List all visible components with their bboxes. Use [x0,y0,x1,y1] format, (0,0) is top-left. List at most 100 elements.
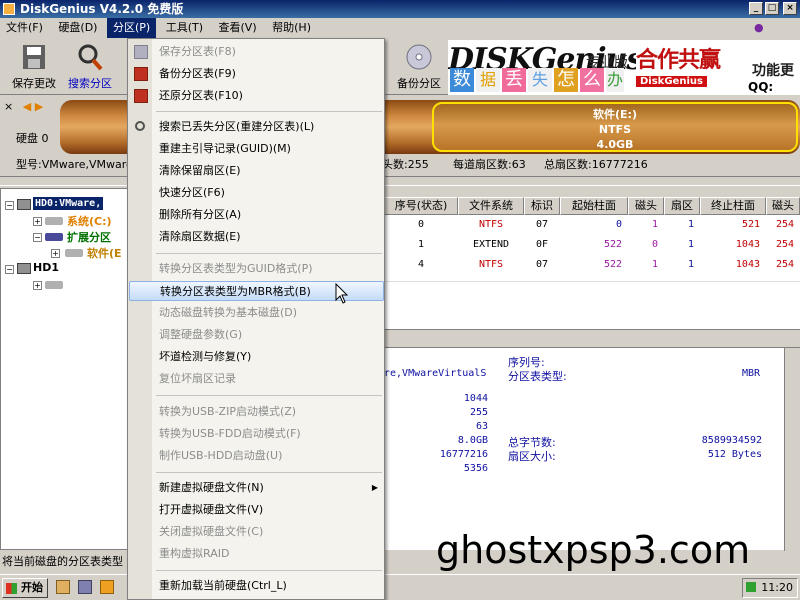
disk-detail-panel: re,VMwareVirtualS 序列号: 分区表类型: MBR 1044 2… [384,347,800,551]
partition-block-e[interactable]: 软件(E:) NTFS 4.0GB [432,102,798,152]
menu-item-rebuild-raid[interactable]: 重构虚拟RAID [129,544,384,564]
tree-hd0[interactable]: HD0:VMware, [33,197,104,210]
table-row[interactable]: 1 EXTEND 0F 522 0 1 1043 254 [384,235,800,255]
menu-tools[interactable]: 工具(T) [160,18,209,38]
backup-table-icon [134,67,148,81]
col-header-index[interactable]: 序号(状态) [384,197,458,215]
table-cell: 1043 [735,259,760,270]
tree-system[interactable]: 系统(C:) [67,213,112,229]
menu-item-reset-bad-sectors[interactable]: 复位坏扇区记录 [129,369,384,389]
arrow-left-icon[interactable]: ◀ [23,100,31,113]
magnifier-icon [78,44,103,71]
menu-help[interactable]: 帮助(H) [266,18,317,38]
watermark-text: ghostxpsp3.com [436,528,751,572]
menu-item-save-ptable[interactable]: 保存分区表(F8) [129,42,384,62]
detail-model-value: re,VMwareVirtualS [384,368,487,379]
collapse-icon[interactable]: − [5,265,14,274]
col-header-fs[interactable]: 文件系统 [458,197,524,215]
menu-item-adjust-params[interactable]: 调整硬盘参数(G) [129,325,384,345]
menu-item-usb-zip[interactable]: 转换为USB-ZIP启动模式(Z) [129,402,384,422]
tagline-char: 么 [580,68,604,92]
menu-item-clear-sectors[interactable]: 清除扇区数据(E) [129,227,384,247]
menu-item-label: 清除保留扇区(E) [159,164,241,177]
menu-item-open-vdisk[interactable]: 打开虚拟硬盘文件(V) [129,500,384,520]
menu-item-dynamic-to-basic[interactable]: 动态磁盘转换为基本磁盘(D) [129,303,384,323]
menu-item-label: 复位坏扇区记录 [159,372,236,385]
promo-banner[interactable]: DISKGenius 专业版 数 据 丢 失 怎 么 办 合作共赢 DiskGe… [448,40,800,95]
table-cell: 521 [741,219,760,230]
menu-partition[interactable]: 分区(P) [106,18,157,38]
maximize-button[interactable]: □ [765,2,779,15]
col-header-sector[interactable]: 扇区 [664,197,700,215]
menu-disk[interactable]: 硬盘(D) [52,18,103,38]
tree-software[interactable]: 软件(E [87,245,122,261]
arrow-right-icon[interactable]: ▶ [35,100,43,113]
col-header-end-cyl[interactable]: 终止柱面 [700,197,766,215]
menu-item-clear-reserved[interactable]: 清除保留扇区(E) [129,161,384,181]
menu-item-usb-fdd[interactable]: 转换为USB-FDD启动模式(F) [129,424,384,444]
table-row[interactable]: 0 NTFS 07 0 1 1 521 254 [384,215,800,235]
menu-item-label: 搜索已丢失分区(重建分区表)(L) [159,120,315,133]
tree-extended[interactable]: 扩展分区 [67,229,111,245]
menu-item-rebuild-mbr[interactable]: 重建主引导记录(GUID)(M) [129,139,384,159]
collapse-icon[interactable]: − [5,201,14,210]
col-header-end-head[interactable]: 磁头 [766,197,800,215]
quicklaunch-icon[interactable] [78,580,92,594]
col-header-id[interactable]: 标识 [524,197,560,215]
banner-promo-sub: DiskGenius [636,76,707,87]
menu-item-quick-partition[interactable]: 快速分区(F6) [129,183,384,203]
col-header-start-cyl[interactable]: 起始柱面 [560,197,628,215]
menu-item-convert-guid[interactable]: 转换分区表类型为GUID格式(P) [129,259,384,279]
app-icon [3,3,15,15]
table-cell: 0 [651,239,658,250]
title-bar: DiskGenius V4.2.0 免费版 _ □ × [0,0,800,18]
menu-item-search-lost[interactable]: 搜索已丢失分区(重建分区表)(L) [129,117,384,137]
disc-icon [406,44,432,70]
search-partition-button[interactable]: 搜索分区 [64,42,116,91]
table-cell: 522 [603,239,622,250]
expand-icon[interactable]: + [51,249,60,258]
menu-item-label: 关闭虚拟硬盘文件(C) [159,525,264,538]
backup-partition-button[interactable]: 备份分区 [393,42,445,91]
menu-item-delete-all[interactable]: 删除所有分区(A) [129,205,384,225]
table-cell: 254 [775,259,794,270]
detail-vscrollbar[interactable] [784,348,800,551]
table-row[interactable]: 4 NTFS 07 522 1 1 1043 254 [384,255,800,275]
menu-item-new-vdisk[interactable]: 新建虚拟硬盘文件(N) ▶ [129,478,384,498]
save-icon [23,45,45,69]
quicklaunch-icon[interactable] [100,580,114,594]
tree-hd1[interactable]: HD1 [33,261,59,274]
disk-nav-arrows[interactable]: × ◀ ▶ [4,100,43,113]
menu-item-label: 转换为USB-FDD启动模式(F) [159,427,301,440]
clock[interactable]: 11:20 [742,578,798,598]
expand-icon[interactable]: + [33,217,42,226]
menu-item-usb-hdd[interactable]: 制作USB-HDD启动盘(U) [129,446,384,466]
detail-ptable-label: 分区表类型: [508,370,567,383]
grid-hscrollbar[interactable] [384,329,800,347]
minimize-button[interactable]: _ [749,2,763,15]
menu-item-close-vdisk[interactable]: 关闭虚拟硬盘文件(C) [129,522,384,542]
search-icon [135,121,145,131]
start-button[interactable]: 开始 [2,578,48,598]
quicklaunch-icon[interactable] [56,580,70,594]
partition-dropdown-menu: 保存分区表(F8) 备份分区表(F9) 还原分区表(F10) 搜索已丢失分区(重… [127,38,385,600]
menu-item-restore-ptable[interactable]: 还原分区表(F10) [129,86,384,106]
col-header-head[interactable]: 磁头 [628,197,664,215]
banner-tagline: 数 据 丢 失 怎 么 办 [448,68,624,95]
menu-item-bad-sector-check[interactable]: 坏道检测与修复(Y) [129,347,384,367]
backup-partition-label: 备份分区 [397,77,441,90]
close-icon[interactable]: × [4,100,13,113]
menu-file[interactable]: 文件(F) [0,18,49,38]
menu-view[interactable]: 查看(V) [213,18,263,38]
save-changes-button[interactable]: 保存更改 [8,42,60,91]
collapse-icon[interactable]: − [33,233,42,242]
detail-ptable-value: MBR [742,368,761,379]
close-button[interactable]: × [783,2,797,15]
menu-item-backup-ptable[interactable]: 备份分区表(F9) [129,64,384,84]
splitter[interactable] [0,176,800,186]
partition-fs: NTFS [598,123,632,136]
expand-icon[interactable]: + [33,281,42,290]
harddisk-icon [17,199,31,210]
menu-item-reload-disk[interactable]: 重新加载当前硬盘(Ctrl_L) [129,576,384,596]
banner-promo-box: 合作共赢 DiskGenius [636,42,736,92]
